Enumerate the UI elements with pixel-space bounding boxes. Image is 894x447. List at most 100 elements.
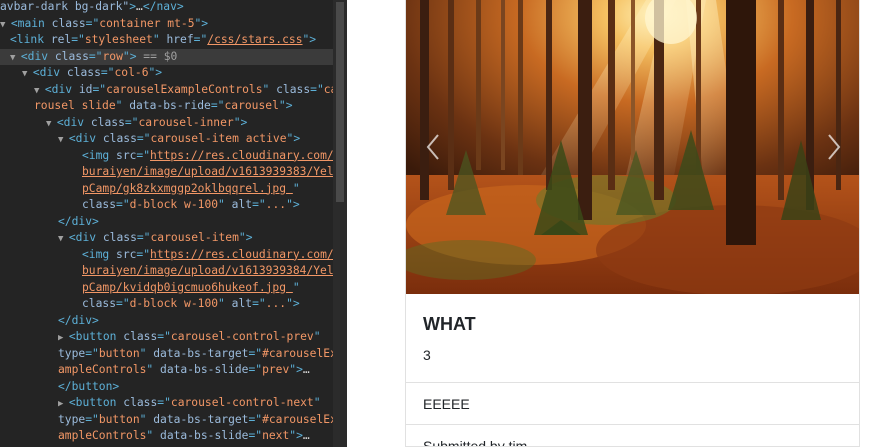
dom-token: rel: [50, 33, 72, 46]
dom-token: …: [136, 0, 143, 13]
dom-tree-line[interactable]: rousel slide" data-bs-ride="carousel">: [0, 98, 333, 115]
dom-token: col-6: [114, 66, 149, 79]
dom-token: <img: [82, 247, 117, 261]
dom-tree-line[interactable]: avbar-dark bg-dark">…</nav>: [0, 0, 333, 16]
dom-tree-line[interactable]: ampleControls" data-bs-slide="next">…: [0, 428, 333, 445]
dom-tree-line[interactable]: ▼ <div id="carouselExampleControls" clas…: [0, 82, 333, 99]
dom-token: =": [100, 66, 115, 79]
expand-right-icon[interactable]: ▶: [58, 333, 69, 343]
dom-token: <div: [56, 115, 91, 129]
dom-tree-line[interactable]: ▼ <div class="row"> == $0: [0, 48, 333, 65]
campground-card: WHAT 3 EEEEE Submitted by tim: [405, 0, 860, 447]
dom-token: ": [146, 429, 161, 442]
dom-tree-line[interactable]: type="button" data-bs-target="#carouselE…: [0, 346, 333, 363]
dom-tree-line[interactable]: ▼ <div class="col-6">: [0, 65, 333, 82]
dom-token: =": [136, 247, 151, 261]
expand-down-icon[interactable]: ▼: [34, 86, 45, 96]
dom-token: =": [136, 148, 151, 162]
dom-token: d-block w-100: [129, 297, 219, 310]
dom-token: ampleControls: [58, 363, 147, 376]
dom-tree-line[interactable]: ▼ <div class="carousel-inner">: [0, 115, 333, 132]
dom-tree-line[interactable]: <link rel="stylesheet" href="/css/stars.…: [0, 32, 333, 49]
dom-token: carousel: [224, 99, 279, 112]
dom-tree-line[interactable]: buraiyen/image/upload/v1613939383/Yel: [0, 164, 333, 181]
card-body: WHAT 3: [406, 294, 859, 383]
dom-token: button: [98, 412, 140, 426]
dom-token: </nav>: [142, 0, 184, 13]
image-carousel: [406, 0, 859, 294]
list-item-text: EEEEE: [423, 396, 470, 412]
list-item: EEEEE: [406, 383, 859, 425]
dom-tree-line[interactable]: ▼ <div class="carousel-item active">: [0, 131, 333, 148]
chevron-left-icon: [426, 134, 439, 160]
list-item-text: Submitted by tim: [423, 438, 528, 447]
scrollbar-thumb[interactable]: [336, 2, 344, 202]
dom-token: =": [248, 412, 263, 426]
expand-down-icon[interactable]: ▼: [46, 119, 57, 129]
dom-tree-line[interactable]: ampleControls" data-bs-slide="prev">…: [0, 362, 333, 379]
dom-tree-line[interactable]: </div>: [0, 214, 333, 231]
dom-token: buraiyen/image/upload/v1613939384/Yel: [82, 264, 333, 277]
page-viewport: WHAT 3 EEEEE Submitted by tim: [347, 0, 894, 447]
card-title: WHAT: [423, 314, 476, 334]
dom-token: ": [292, 181, 300, 195]
dom-token: type: [58, 412, 86, 426]
dom-token: carousel-control-next: [170, 396, 314, 409]
dom-token: ": [115, 99, 130, 112]
expand-right-icon[interactable]: ▶: [58, 399, 69, 409]
dom-token: =": [116, 198, 130, 211]
dom-token: =": [310, 82, 324, 96]
dom-tree-line[interactable]: <img src="https://res.cloudinary.com/: [0, 148, 333, 165]
dom-token: =": [136, 132, 151, 145]
dom-tree-line[interactable]: ▶ <button class="carousel-control-prev": [0, 329, 333, 346]
dom-token: </div>: [58, 214, 99, 228]
dom-tree-line[interactable]: <img src="https://res.cloudinary.com/: [0, 247, 333, 264]
expand-down-icon[interactable]: ▼: [58, 234, 69, 244]
dom-token: =": [193, 33, 208, 46]
expand-down-icon[interactable]: ▼: [10, 53, 21, 63]
dom-tree-line[interactable]: pCamp/kvidqb0igcmuo6hukeof.jpg ": [0, 280, 333, 297]
dom-token: ": [262, 82, 277, 96]
expand-down-icon[interactable]: ▼: [58, 135, 69, 145]
dom-token: rousel slide: [34, 99, 116, 112]
expand-down-icon[interactable]: ▼: [22, 69, 33, 79]
dom-token: avbar-dark bg-dark": [0, 0, 130, 13]
dom-token: ": [146, 363, 161, 376]
dom-token: carousel-item active: [150, 132, 287, 145]
dom-token: #carouselEx: [262, 346, 333, 360]
dom-tree-line[interactable]: ▶ <button class="carousel-control-next": [0, 395, 333, 412]
dom-token: ": [218, 198, 232, 211]
dom-token: stylesheet: [84, 33, 153, 46]
expand-down-icon[interactable]: ▼: [0, 20, 11, 30]
dom-tree-line[interactable]: </button>: [0, 379, 333, 396]
dom-tree-line[interactable]: buraiyen/image/upload/v1613939384/Yel: [0, 263, 333, 280]
chevron-right-icon: [828, 134, 841, 160]
carousel-next-button[interactable]: [791, 0, 859, 294]
dom-token: ">: [302, 33, 317, 46]
devtools-scrollbar[interactable]: [333, 0, 347, 447]
dom-token: <div: [32, 66, 67, 79]
dom-token: type: [58, 346, 86, 360]
dom-token: =": [88, 49, 103, 63]
dom-tree-line[interactable]: ▼ <div class="carousel-item">: [0, 230, 333, 247]
dom-token: id: [78, 82, 93, 96]
dom-tree-line[interactable]: class="d-block w-100" alt="...">: [0, 296, 333, 313]
dom-token: ": [218, 297, 232, 310]
dom-tree-line[interactable]: class="d-block w-100" alt="...">: [0, 197, 333, 214]
dom-token: class: [276, 82, 311, 96]
dom-token: https://res.cloudinary.com/: [150, 148, 333, 162]
carousel-prev-button[interactable]: [406, 0, 476, 294]
dom-token: ...: [265, 198, 287, 211]
dom-tree-line[interactable]: pCamp/gk8zkxmggp2oklbqqrel.jpg ": [0, 181, 333, 198]
dom-tree-line[interactable]: ▼ <main class="container mt-5">: [0, 16, 333, 33]
dom-tree-line[interactable]: type="button" data-bs-target="#carouselE…: [0, 412, 333, 429]
dom-token: class: [123, 396, 158, 409]
dom-token: =": [92, 82, 107, 96]
dom-token: …: [302, 363, 310, 376]
dom-token: carousel-item: [150, 231, 239, 244]
dom-tree-line[interactable]: </div>: [0, 313, 333, 330]
dom-token: ">: [233, 115, 248, 129]
dom-token: carousel-inner: [138, 115, 234, 129]
dom-token: <div: [68, 132, 103, 145]
dom-token: <div: [68, 231, 103, 244]
